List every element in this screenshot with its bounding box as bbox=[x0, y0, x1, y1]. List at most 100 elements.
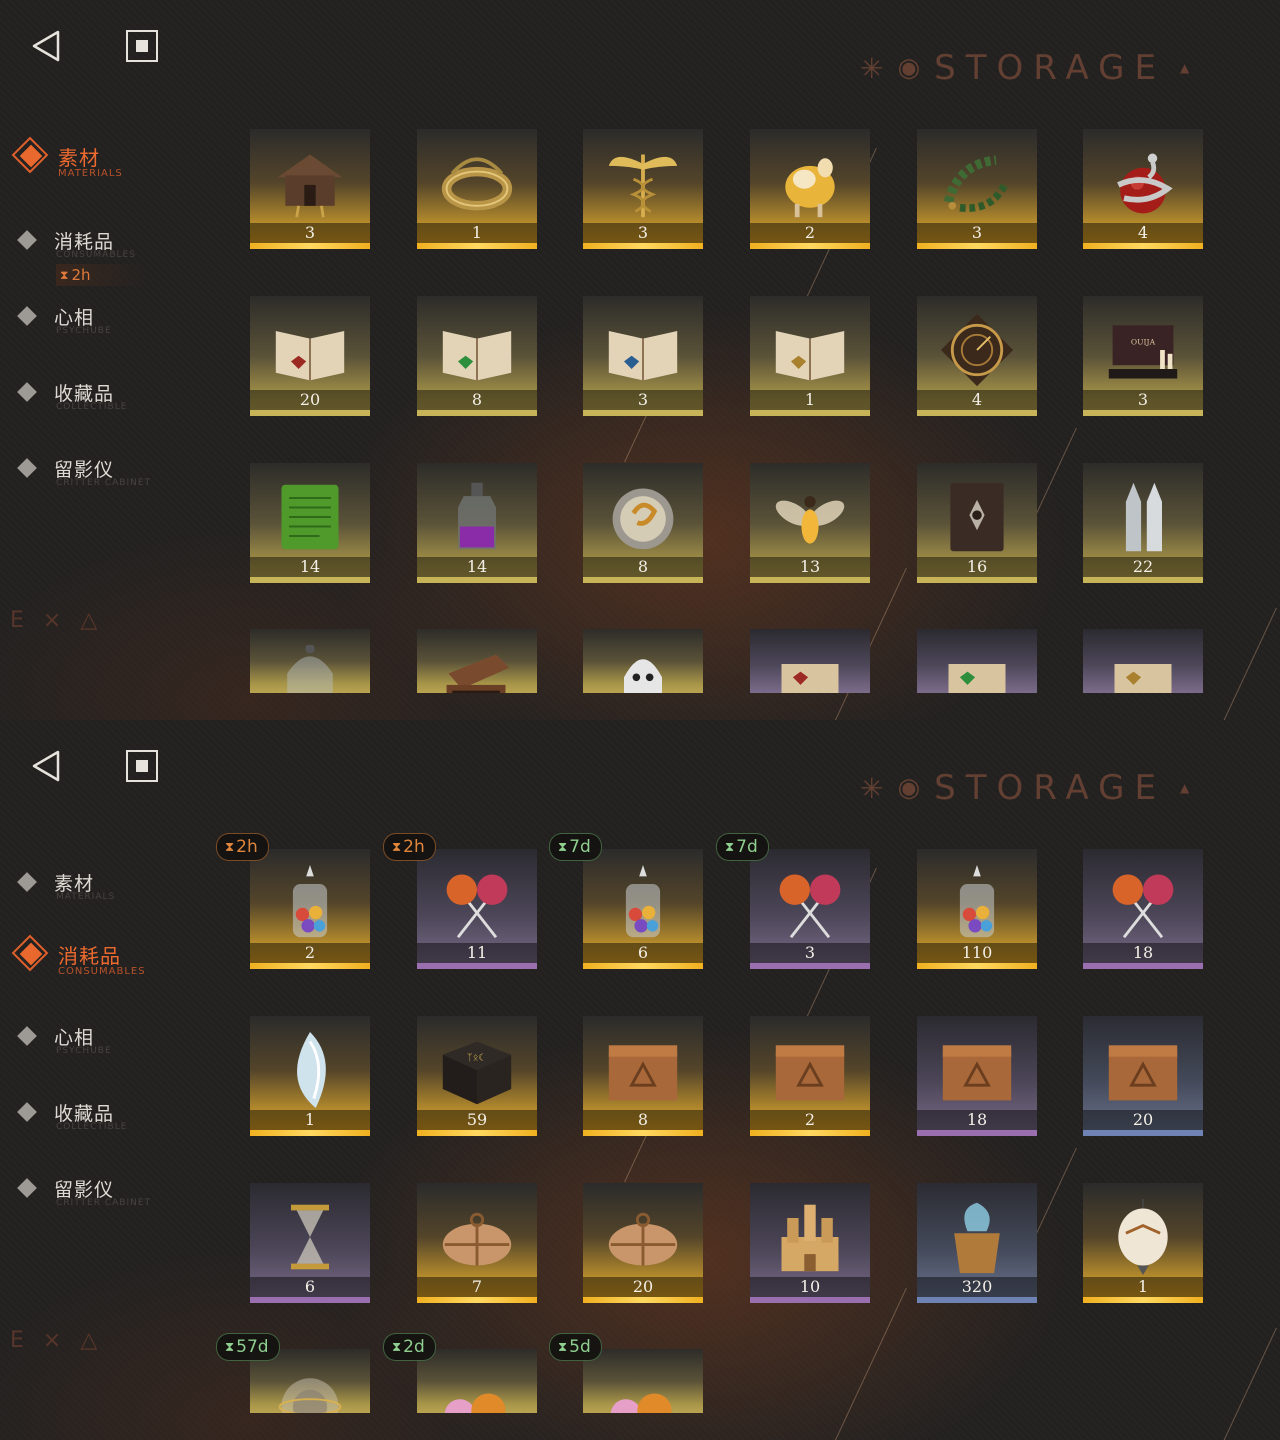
hut-icon bbox=[272, 145, 348, 221]
item-frame: 11 bbox=[417, 849, 537, 969]
item-slot[interactable]: 20 bbox=[583, 1183, 703, 1303]
item-frame: ᛉᛟ☾ 59 bbox=[417, 1016, 537, 1136]
item-slot[interactable]: 6 ⧗ 7d bbox=[549, 833, 703, 969]
item-frame bbox=[1083, 629, 1203, 693]
sidebar-item-consumables[interactable]: 消耗品 CONSUMABLES bbox=[16, 220, 135, 260]
item-slot[interactable] bbox=[250, 629, 370, 693]
sidebar-item-collectible[interactable]: 收藏品 COLLECTIBLE bbox=[16, 1092, 126, 1132]
item-slot[interactable]: 110 bbox=[917, 849, 1037, 969]
item-slot[interactable]: 13 bbox=[750, 463, 870, 583]
item-slot[interactable]: 2 ⧗ 2h bbox=[216, 833, 370, 969]
item-quantity: 16 bbox=[917, 557, 1037, 577]
rarity-bar bbox=[750, 410, 870, 416]
page-title: STORAGE bbox=[934, 48, 1167, 88]
item-slot[interactable]: 3 bbox=[250, 129, 370, 249]
item-slot[interactable] bbox=[750, 629, 870, 693]
gold-spellbook-icon bbox=[772, 312, 848, 388]
diamond-icon bbox=[17, 382, 37, 402]
sidebar-item-psychube[interactable]: 心相 PSYCHUBE bbox=[16, 296, 111, 336]
item-frame: 20 bbox=[250, 296, 370, 416]
rarity-bar bbox=[583, 1297, 703, 1303]
sidebar-item-materials[interactable]: 素材 MATERIALS bbox=[11, 136, 122, 179]
item-slot[interactable]: 1 bbox=[417, 129, 537, 249]
item-slot[interactable]: 8 bbox=[417, 296, 537, 416]
item-slot[interactable] bbox=[583, 629, 703, 693]
wooden-crate-icon bbox=[939, 1032, 1015, 1108]
item-slot[interactable]: 1 bbox=[1083, 1183, 1203, 1303]
rarity-bar bbox=[250, 577, 370, 583]
item-slot[interactable]: 3 bbox=[917, 129, 1037, 249]
triangle-icon: ▲ bbox=[1180, 781, 1190, 795]
item-slot[interactable]: 18 bbox=[1083, 849, 1203, 969]
item-slot[interactable]: 4 bbox=[1083, 129, 1203, 249]
item-slot[interactable] bbox=[1083, 629, 1203, 693]
item-slot[interactable]: 3 bbox=[583, 296, 703, 416]
item-frame: 2 bbox=[250, 849, 370, 969]
item-slot[interactable] bbox=[917, 629, 1037, 693]
item-slot[interactable] bbox=[417, 629, 537, 693]
hourglass-icon: ⧗ bbox=[558, 1339, 568, 1355]
item-slot[interactable]: 16 bbox=[917, 463, 1037, 583]
expiry-badge: ⧗ 7d bbox=[549, 833, 602, 861]
item-quantity: 7 bbox=[417, 1277, 537, 1297]
item-quantity: 3 bbox=[750, 943, 870, 963]
hourglass-icon: ⧗ bbox=[225, 1339, 235, 1355]
item-slot[interactable]: 14 bbox=[250, 463, 370, 583]
item-slot[interactable]: ⧗ 2d bbox=[383, 1333, 537, 1413]
item-slot[interactable]: 1 bbox=[750, 296, 870, 416]
item-slot[interactable]: 3 ⧗ 7d bbox=[716, 833, 870, 969]
item-quantity: 18 bbox=[917, 1110, 1037, 1130]
item-slot[interactable]: 3 bbox=[583, 129, 703, 249]
item-slot[interactable]: 6 bbox=[250, 1183, 370, 1303]
item-slot[interactable]: 2 bbox=[750, 1016, 870, 1136]
item-slot[interactable]: 11 ⧗ 2h bbox=[383, 833, 537, 969]
sidebar-item-psychube[interactable]: 心相 PSYCHUBE bbox=[16, 1016, 111, 1056]
item-slot[interactable]: 18 bbox=[917, 1016, 1037, 1136]
item-frame: 20 bbox=[1083, 1016, 1203, 1136]
item-frame: 13 bbox=[750, 463, 870, 583]
candy-jar-icon bbox=[605, 865, 681, 941]
rarity-bar bbox=[917, 1130, 1037, 1136]
item-slot[interactable]: 8 bbox=[583, 1016, 703, 1136]
rarity-bar bbox=[750, 577, 870, 583]
lollipops-icon bbox=[1105, 865, 1181, 941]
item-slot[interactable]: 1 bbox=[250, 1016, 370, 1136]
sidebar-item-critter-cabinet[interactable]: 留影仪 CRITTER CABINET bbox=[16, 448, 150, 488]
rarity-bar bbox=[583, 410, 703, 416]
sidebar-item-materials[interactable]: 素材 MATERIALS bbox=[16, 862, 114, 902]
item-slot[interactable]: 14 bbox=[417, 463, 537, 583]
item-slot[interactable]: 22 bbox=[1083, 463, 1203, 583]
item-slot[interactable]: 20 bbox=[250, 296, 370, 416]
item-quantity: 20 bbox=[583, 1277, 703, 1297]
item-slot[interactable]: 4 bbox=[917, 296, 1037, 416]
rarity-bar bbox=[250, 1297, 370, 1303]
sidebar-item-critter-cabinet[interactable]: 留影仪 CRITTER CABINET bbox=[16, 1168, 150, 1208]
hourglass-item-icon bbox=[272, 1199, 348, 1275]
item-slot[interactable]: ⧗ 5d bbox=[549, 1333, 703, 1413]
item-slot[interactable]: 2 bbox=[750, 129, 870, 249]
rarity-bar bbox=[917, 577, 1037, 583]
item-slot[interactable]: 7 bbox=[417, 1183, 537, 1303]
sidebar-item-collectible[interactable]: 收藏品 COLLECTIBLE bbox=[16, 372, 126, 412]
expiry-text: 2d bbox=[403, 1337, 425, 1357]
item-slot[interactable]: OUIJA 3 bbox=[1083, 296, 1203, 416]
laurel-wreath-icon bbox=[939, 145, 1015, 221]
item-slot[interactable]: ᛉᛟ☾ 59 bbox=[417, 1016, 537, 1136]
item-slot[interactable]: 20 bbox=[1083, 1016, 1203, 1136]
item-quantity: 2 bbox=[250, 943, 370, 963]
item-frame: 8 bbox=[583, 463, 703, 583]
item-quantity: 13 bbox=[750, 557, 870, 577]
item-slot[interactable]: 8 bbox=[583, 463, 703, 583]
rarity-bar bbox=[583, 243, 703, 249]
item-frame: 3 bbox=[583, 296, 703, 416]
rarity-bar bbox=[917, 1297, 1037, 1303]
item-quantity: 20 bbox=[250, 390, 370, 410]
rarity-bar bbox=[750, 1297, 870, 1303]
sidebar-item-consumables[interactable]: 消耗品 CONSUMABLES bbox=[11, 934, 145, 977]
item-slot[interactable]: 10 bbox=[750, 1183, 870, 1303]
item-slot[interactable]: 320 bbox=[917, 1183, 1037, 1303]
rarity-bar bbox=[417, 1297, 537, 1303]
wrapped-candies-icon bbox=[439, 1365, 515, 1413]
item-slot[interactable]: ⧗ 57d bbox=[216, 1333, 370, 1413]
item-quantity: 320 bbox=[917, 1277, 1037, 1297]
